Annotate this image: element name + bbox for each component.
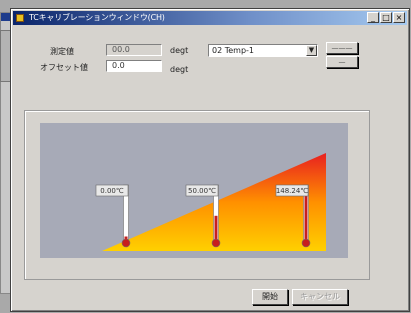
channel-select[interactable]: 02 Temp-1 ▼ [208, 44, 318, 57]
start-button[interactable]: 開始 [252, 289, 288, 305]
title-bar[interactable]: TCキャリブレーションウィンドウ(CH) _ □ × [13, 11, 407, 25]
measured-unit-label: degt [170, 46, 189, 55]
thermometer-1: 0.00℃ [95, 184, 131, 248]
thermometer-diagram: 0.00℃ 50.00℃ 148.24℃ [95, 153, 326, 251]
offset-unit-label: degt [170, 65, 189, 74]
window-title: TCキャリブレーションウィンドウ(CH) [29, 13, 165, 22]
thermometer-bulb [301, 238, 311, 248]
offset-value-input[interactable]: 0.0 [106, 60, 162, 72]
measured-value-label: 測定値 [50, 47, 74, 56]
offset-value-label: オフセット値 [40, 63, 88, 72]
temperature-readout: 50.00℃ [188, 187, 216, 195]
thermometer-level [214, 215, 218, 241]
cancel-button[interactable]: キャンセル [292, 289, 348, 305]
close-button[interactable]: × [393, 12, 405, 23]
side-button-bottom[interactable]: — [326, 56, 358, 68]
thermometer-bulb [121, 238, 131, 248]
minimize-button[interactable]: _ [367, 12, 379, 23]
temperature-readout: 148.24℃ [276, 187, 308, 195]
channel-select-value: 02 Temp-1 [212, 46, 255, 55]
maximize-button[interactable]: □ [380, 12, 392, 23]
temperature-readout: 0.00℃ [100, 187, 124, 195]
thermometer-canvas: 0.00℃ 50.00℃ 148.24℃ [40, 123, 348, 258]
thermometer-bulb [211, 238, 221, 248]
thermometer-level [304, 190, 308, 241]
app-icon [16, 14, 24, 22]
chevron-down-icon[interactable]: ▼ [306, 45, 317, 56]
measured-value-field: 00.0 [106, 44, 162, 56]
side-button-top[interactable]: ——— [326, 42, 358, 54]
